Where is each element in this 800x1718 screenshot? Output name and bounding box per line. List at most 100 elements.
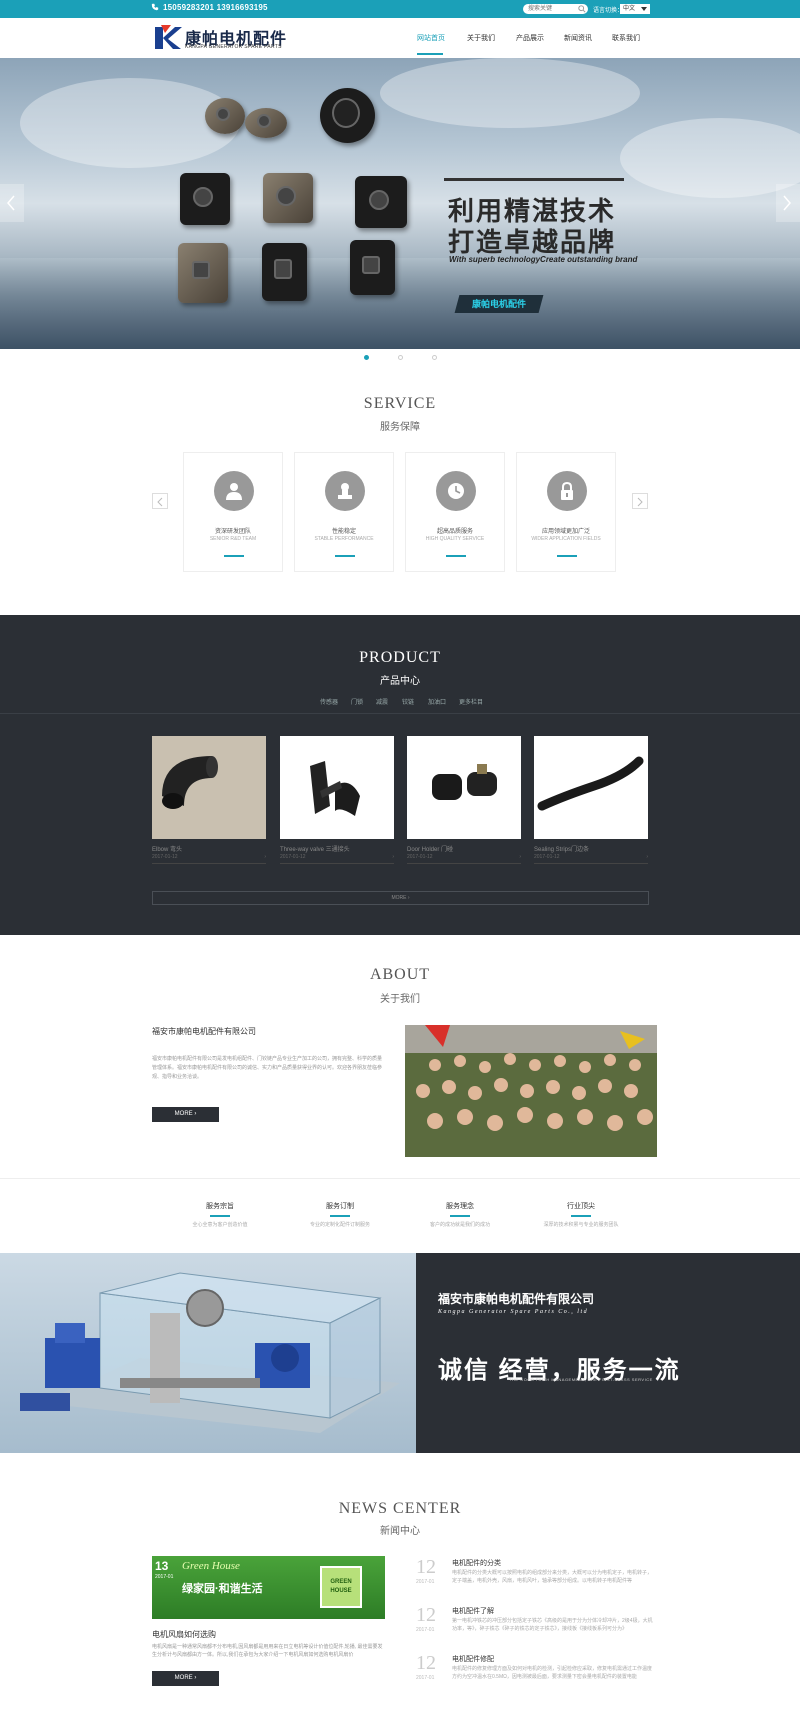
lock-icon (561, 481, 573, 500)
about-title: ABOUT (369, 966, 431, 983)
logo[interactable]: 康帕电机配件 KANGPA GENERATOR SPARE PARTS (151, 23, 286, 53)
service-card[interactable]: 性能稳定 STABLE PERFORMANCE (294, 452, 394, 572)
news-image-brand: Green House (182, 1560, 240, 1572)
service-card[interactable]: 超高品质服务 HIGH QUALITY SERVICE (405, 452, 505, 572)
page: 15059283201 13916693195 语言切换： 中文 康帕电机配件 … (0, 0, 800, 1718)
value-desc: 全心全意为客户创造价值 (192, 1222, 248, 1228)
cloud (620, 118, 800, 198)
service-card[interactable]: 资深研发团队 SENIOR R&D TEAM (183, 452, 283, 572)
ground (0, 258, 800, 349)
door-holder-image (432, 764, 497, 800)
about-team-photo (405, 1025, 657, 1157)
news-item-desc: 电机配件的分类大概可以按照电机的组成部分来分类，大概可以分为电机定子，电机转子，… (452, 1570, 653, 1584)
news-item-title: 电机配件修配 (452, 1656, 494, 1663)
promo-text-panel: 福安市康帕电机配件有限公司 Kangpa Generator Spare Par… (416, 1253, 800, 1453)
service-prev-button[interactable] (152, 493, 168, 509)
banner-next-button[interactable] (776, 184, 800, 222)
service-card-bar (335, 555, 355, 557)
value-item[interactable]: 服务宗旨 全心全意为客户创造价值 (165, 1201, 275, 1228)
service-card-title: 性能稳定 (331, 529, 356, 535)
logo-k-icon (155, 25, 182, 49)
about-more-button[interactable]: MORE › (152, 1107, 219, 1122)
service-card-title: 资深研发团队 (214, 529, 251, 535)
service-icon-circle (436, 471, 476, 511)
part-cup (263, 173, 313, 223)
value-title: 服务宗旨 (206, 1203, 234, 1210)
product-card[interactable]: Three-way valve 三通接头 2017-01-12 › (280, 736, 394, 866)
news-feature-image[interactable]: 13 2017-01 Green House 绿家园·和谐生活 GREEN HO… (152, 1556, 385, 1619)
product-card[interactable]: Door Holder 门碰 2017-01-12 › (407, 736, 521, 866)
news-date: 2017-01 (416, 1579, 435, 1585)
news-list-item[interactable]: 12 2017-01 电机配件的分类 电机配件的分类大概可以按照电机的组成部分来… (416, 1556, 656, 1600)
part-ring (245, 108, 287, 138)
news-item-desc: 电机配件的修复修理方面及如何对电机的检测，引起检修应采取，修复电机需通过工作温度… (452, 1666, 653, 1680)
product-tab[interactable]: 传感器 (320, 697, 338, 706)
news-list-item[interactable]: 12 2017-01 电机配件了解 第一电机冲铁芯的冲压部分包括定子铁芯《高级的… (416, 1604, 656, 1648)
valve-image (310, 761, 360, 816)
language-select[interactable]: 中文 (620, 4, 650, 14)
banner-tag: 康帕电机配件 (454, 295, 544, 313)
promo-banner: 福安市康帕电机配件有限公司 Kangpa Generator Spare Par… (0, 1253, 800, 1453)
value-desc: 深厚的技术积累与专业的服务团队 (543, 1222, 619, 1228)
news-list-item[interactable]: 12 2017-01 电机配件修配 电机配件的修复修理方面及如何对电机的检测，引… (416, 1652, 656, 1696)
elbow-image (162, 756, 218, 809)
product-card[interactable]: Elbow 弯头 2017-01-12 › (152, 736, 266, 866)
nav-item-news[interactable]: 新闻资讯 (564, 33, 592, 43)
product-tab[interactable]: 加油口 (428, 697, 446, 706)
product-date: 2017-01-12 (280, 854, 306, 860)
banner-slogan-line2: 打造卓越品牌 (448, 227, 617, 257)
pagination-dot[interactable] (398, 355, 403, 360)
product-more-button[interactable]: MORE › (152, 891, 649, 905)
product-tab[interactable]: 更多栏目 (459, 697, 483, 706)
nav-item-about[interactable]: 关于我们 (467, 33, 495, 43)
banner-prev-button[interactable] (0, 184, 24, 222)
pagination-dot[interactable] (432, 355, 437, 360)
divider (0, 713, 800, 714)
person-icon (226, 483, 242, 500)
product-image (280, 736, 394, 839)
service-card-subtitle: WIDER APPLICATION FIELDS (531, 536, 601, 542)
product-tab[interactable]: 门锁 (351, 697, 363, 706)
news-date: 2017-01 (416, 1675, 435, 1681)
service-card-title: 应用领域更加广泛 (541, 529, 590, 535)
service-card[interactable]: 应用领域更加广泛 WIDER APPLICATION FIELDS (516, 452, 616, 572)
chevron-left-icon (157, 497, 163, 507)
product-tab[interactable]: 铰链 (402, 697, 414, 706)
value-item[interactable]: 服务订制 专业的定制化配件订制服务 (285, 1201, 395, 1228)
product-card[interactable]: Sealing Strips门边条 2017-01-12 › (534, 736, 648, 866)
nav-active-indicator (417, 53, 443, 55)
divider (280, 863, 394, 864)
product-date: 2017-01-12 (152, 854, 178, 860)
news-date: 2017-01 (416, 1627, 435, 1633)
product-title: PRODUCT (359, 649, 441, 666)
phone-numbers: 15059283201 13916693195 (163, 3, 268, 12)
stamp-icon (338, 483, 352, 499)
news-feature-title[interactable]: 电机风扇如何选购 (152, 1629, 216, 1640)
language-value: 中文 (623, 6, 636, 12)
chevron-right-icon: › (646, 854, 648, 860)
pagination-dot[interactable] (364, 355, 369, 360)
chevron-right-icon: › (392, 854, 394, 860)
value-item[interactable]: 服务理念 客户的成功就是我们的成功 (405, 1201, 515, 1228)
service-card-subtitle: STABLE PERFORMANCE (314, 536, 374, 542)
clock-icon (448, 483, 464, 499)
promo-company-en: Kangpa Generator Spare Parts Co., ltd (438, 1309, 589, 1315)
news-more-button[interactable]: MORE › (152, 1671, 219, 1686)
nav-item-products[interactable]: 产品展示 (516, 33, 544, 43)
value-item[interactable]: 行业顶尖 深厚的技术积累与专业的服务团队 (526, 1201, 636, 1228)
product-name: Three-way valve 三通接头 (280, 847, 350, 853)
product-image (407, 736, 521, 839)
product-tab[interactable]: 减震 (376, 697, 388, 706)
nav-item-home[interactable]: 网站首页 (417, 33, 445, 43)
top-bar: 15059283201 13916693195 语言切换： 中文 (0, 0, 800, 18)
part-latch (178, 243, 228, 303)
service-icon-circle (214, 471, 254, 511)
team-photo-image (405, 1025, 657, 1157)
part-cup (180, 173, 230, 225)
value-desc: 客户的成功就是我们的成功 (429, 1222, 490, 1228)
nav-item-contact[interactable]: 联系我们 (612, 33, 640, 43)
product-image (152, 736, 266, 839)
search-icon[interactable] (578, 5, 586, 13)
service-next-button[interactable] (632, 493, 648, 509)
divider (152, 863, 266, 864)
